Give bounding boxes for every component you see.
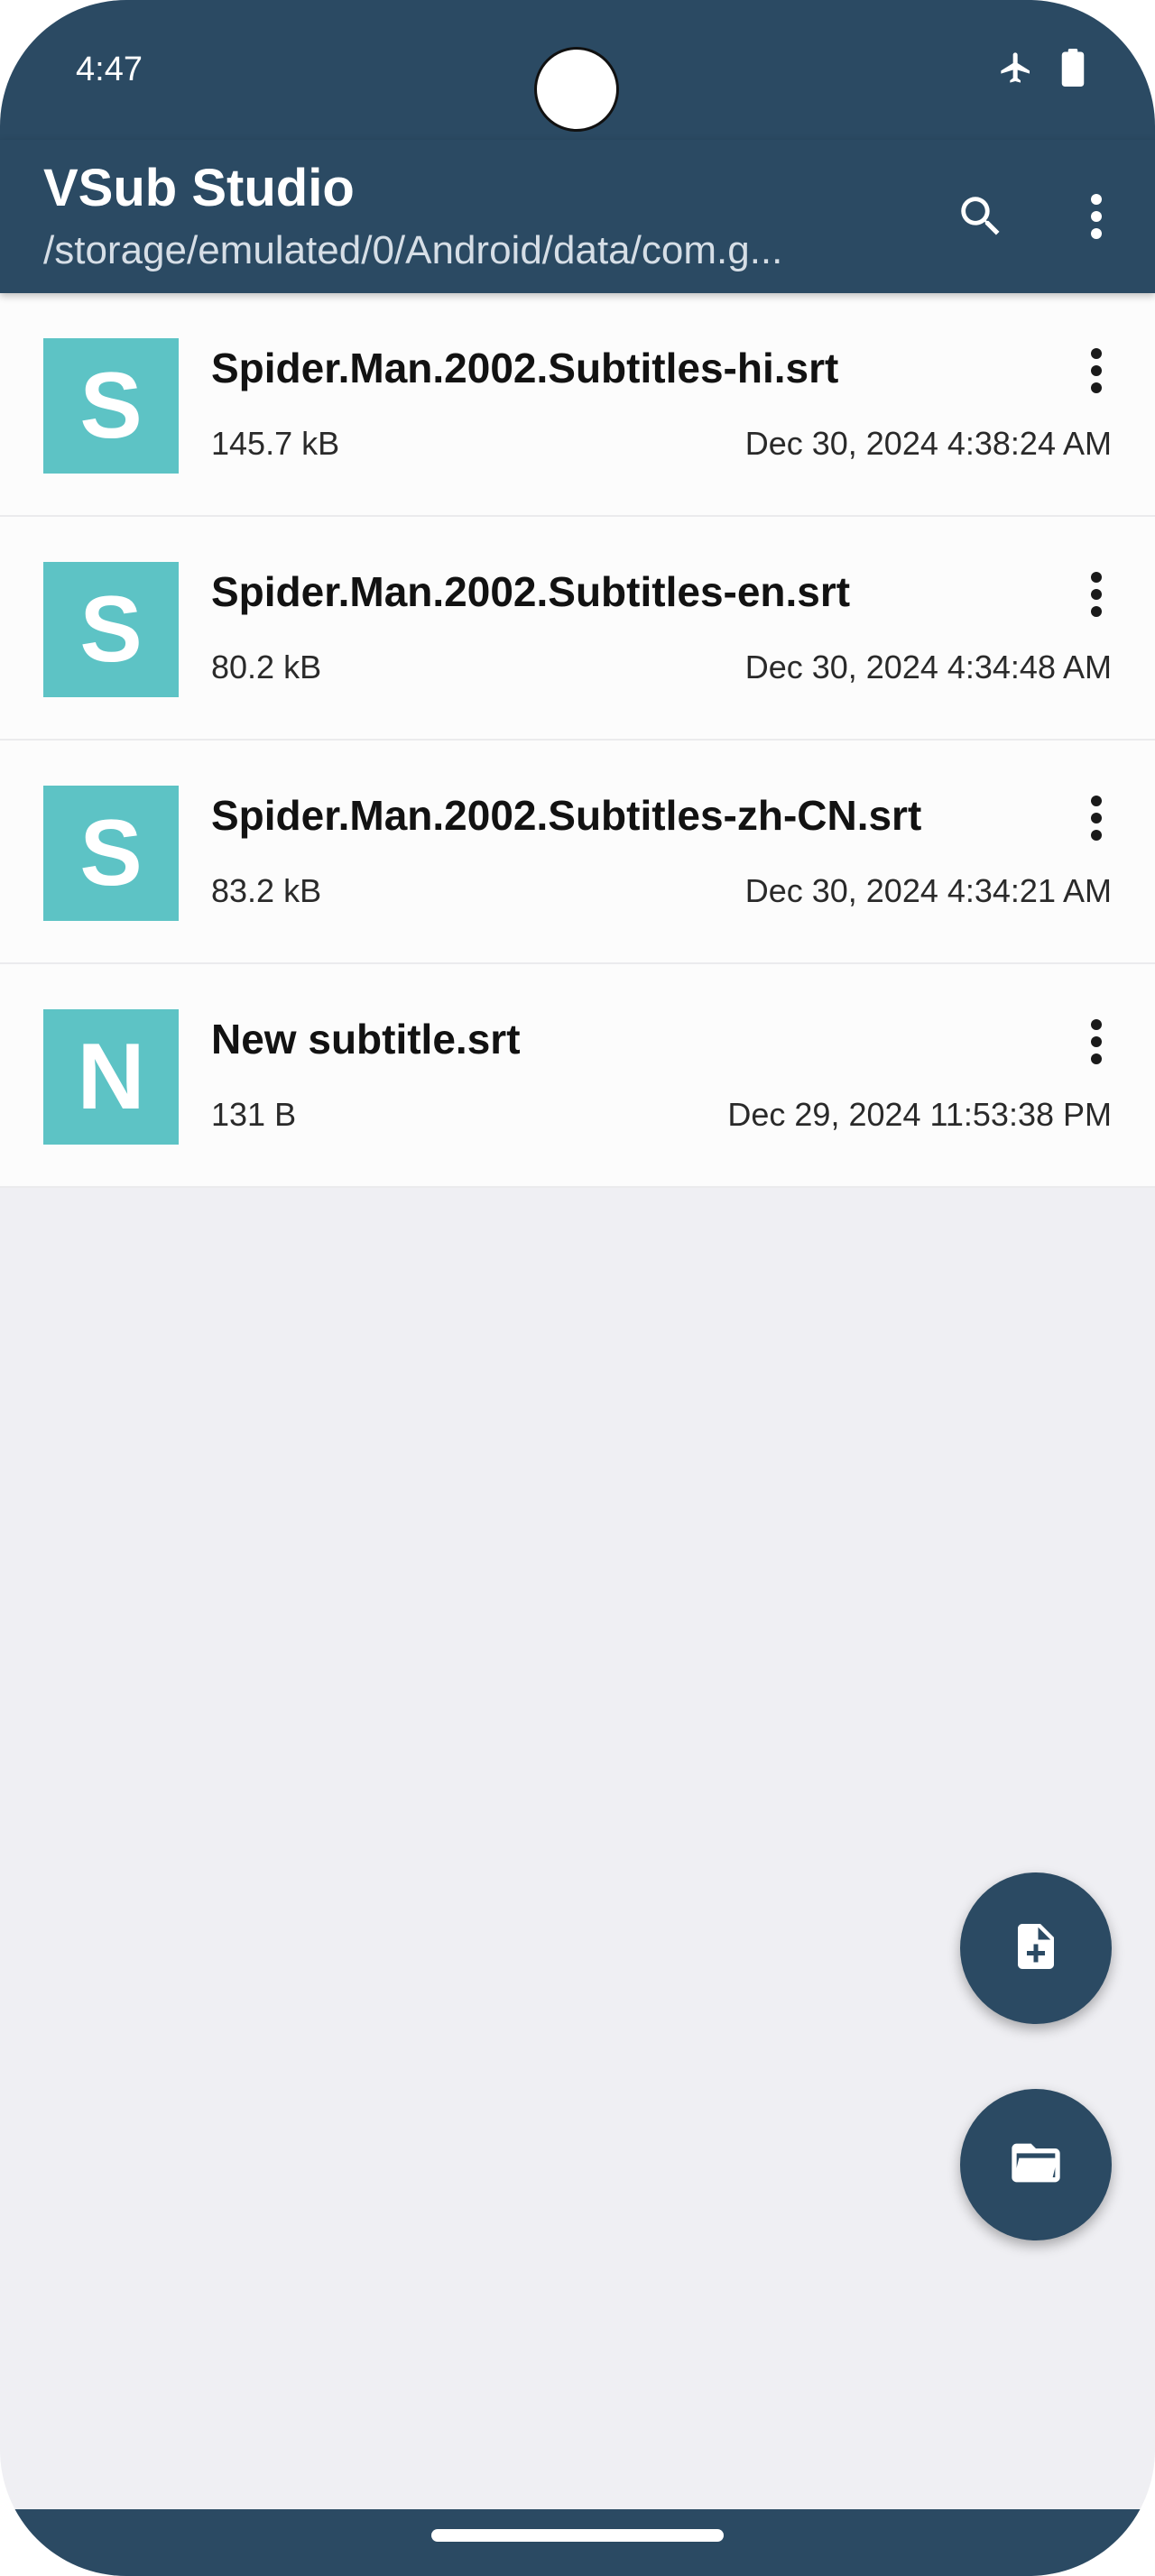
file-item-menu-button[interactable] — [1065, 784, 1128, 856]
search-icon — [955, 190, 1007, 247]
file-date: Dec 30, 2024 4:34:48 AM — [744, 649, 1112, 685]
file-date: Dec 30, 2024 4:38:24 AM — [744, 425, 1112, 462]
overflow-menu-button[interactable] — [1065, 187, 1128, 250]
file-date: Dec 30, 2024 4:34:21 AM — [744, 872, 1112, 909]
file-size: 80.2 kB — [211, 649, 322, 685]
file-name: Spider.Man.2002.Subtitles-hi.srt — [211, 345, 839, 391]
status-time: 4:47 — [76, 51, 143, 88]
file-item-menu-button[interactable] — [1065, 336, 1128, 409]
file-item-menu-button[interactable] — [1065, 560, 1128, 632]
navigation-bar — [0, 2509, 1155, 2576]
file-size: 145.7 kB — [211, 425, 340, 462]
status-icons — [998, 47, 1085, 92]
file-list-item[interactable]: S Spider.Man.2002.Subtitles-zh-CN.srt 83… — [0, 741, 1155, 964]
app-title: VSub Studio — [43, 159, 355, 217]
file-item-menu-button[interactable] — [1065, 1007, 1128, 1080]
more-vert-icon — [1090, 795, 1103, 846]
file-avatar: S — [43, 338, 179, 474]
more-vert-icon — [1090, 347, 1103, 399]
more-vert-icon — [1090, 193, 1103, 244]
file-avatar: N — [43, 1009, 179, 1145]
open-folder-icon — [1007, 2134, 1065, 2196]
app-bar: VSub Studio /storage/emulated/0/Android/… — [0, 140, 1155, 293]
battery-icon — [1061, 48, 1085, 91]
file-list-item[interactable]: S Spider.Man.2002.Subtitles-hi.srt 145.7… — [0, 293, 1155, 517]
current-path: /storage/emulated/0/Android/data/com.g..… — [43, 228, 783, 272]
file-date: Dec 29, 2024 11:53:38 PM — [727, 1096, 1112, 1133]
search-button[interactable] — [949, 187, 1012, 250]
file-name: Spider.Man.2002.Subtitles-zh-CN.srt — [211, 792, 922, 839]
more-vert-icon — [1090, 571, 1103, 622]
new-file-icon — [1009, 1919, 1063, 1978]
status-bar: 4:47 — [0, 0, 1155, 140]
file-list: S Spider.Man.2002.Subtitles-hi.srt 145.7… — [0, 293, 1155, 1188]
camera-cutout — [534, 47, 619, 132]
home-gesture-handle[interactable] — [431, 2529, 724, 2542]
airplane-icon — [998, 50, 1034, 90]
file-name: New subtitle.srt — [211, 1016, 521, 1063]
device-screen: 4:47 VSub Studio /storage/emulated/0/And… — [0, 0, 1155, 2576]
file-list-item[interactable]: N New subtitle.srt 131 B Dec 29, 2024 11… — [0, 964, 1155, 1188]
file-avatar: S — [43, 786, 179, 921]
new-subtitle-fab[interactable] — [960, 1872, 1112, 2024]
file-size: 83.2 kB — [211, 872, 322, 909]
file-name: Spider.Man.2002.Subtitles-en.srt — [211, 568, 851, 615]
file-list-item[interactable]: S Spider.Man.2002.Subtitles-en.srt 80.2 … — [0, 517, 1155, 741]
more-vert-icon — [1090, 1018, 1103, 1070]
file-size: 131 B — [211, 1096, 297, 1133]
open-folder-fab[interactable] — [960, 2089, 1112, 2240]
file-avatar: S — [43, 562, 179, 697]
